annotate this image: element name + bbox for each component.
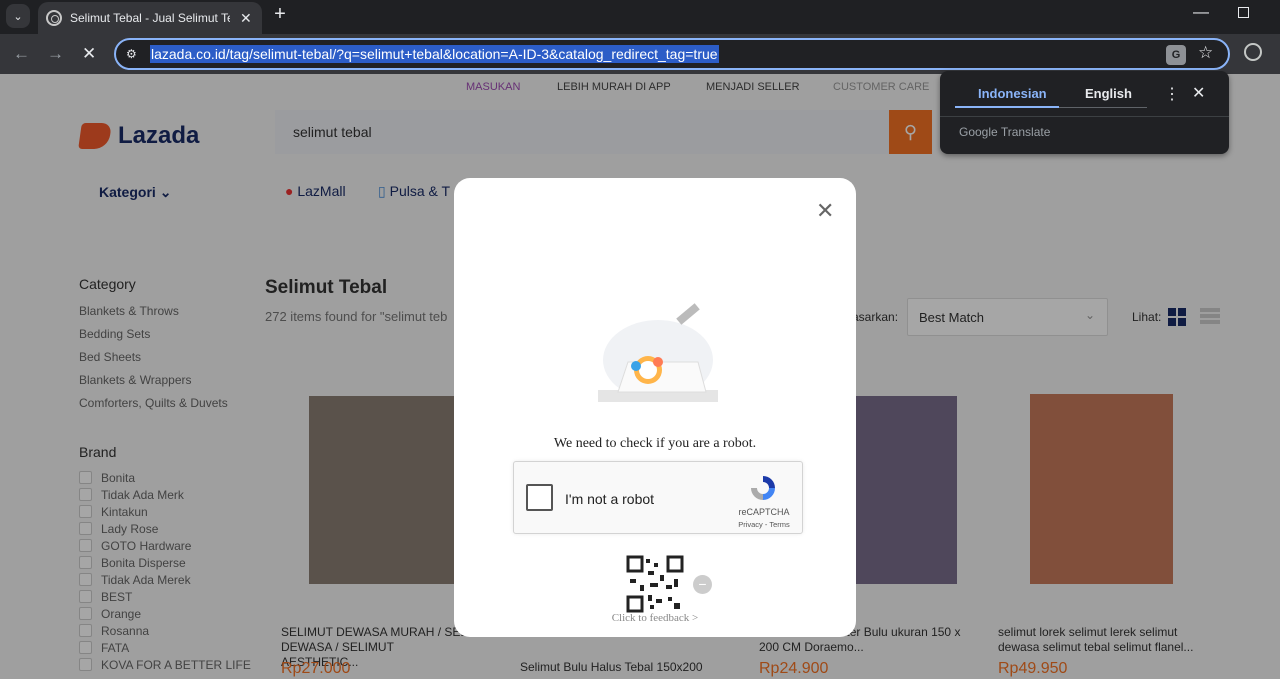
recaptcha-checkbox[interactable]: [526, 484, 553, 511]
qr-collapse-button[interactable]: −: [693, 575, 712, 594]
recaptcha-terms[interactable]: Privacy - Terms: [732, 520, 796, 529]
new-tab-icon[interactable]: +: [270, 3, 290, 26]
feedback-link[interactable]: Click to feedback >: [454, 612, 856, 624]
browser-tab-strip: ⌄ Selimut Tebal - Jual Selimut Teb ✕ + —: [0, 0, 1280, 34]
window-minimize-icon[interactable]: —: [1193, 4, 1209, 22]
close-icon[interactable]: ✕: [1192, 83, 1205, 103]
active-tab-indicator: [955, 106, 1059, 108]
tab-english[interactable]: English: [1085, 86, 1132, 101]
tab-title: Selimut Tebal - Jual Selimut Teb: [70, 11, 230, 25]
site-info-icon[interactable]: ⚙: [126, 47, 137, 61]
translate-popup: Indonesian English ⋮ ✕ Google Translate: [940, 71, 1229, 154]
browser-toolbar: ← → ✕ ⚙ lazada.co.id/tag/selimut-tebal/?…: [0, 34, 1280, 74]
close-icon[interactable]: ✕: [816, 198, 834, 224]
recaptcha-widget[interactable]: I'm not a robot reCAPTCHA Privacy - Term…: [513, 461, 803, 534]
more-options-icon[interactable]: ⋮: [1164, 84, 1180, 104]
stop-loading-icon[interactable]: ✕: [82, 44, 96, 64]
translate-brand: Google Translate: [959, 125, 1051, 139]
tab-divider: [1059, 107, 1147, 108]
bookmark-star-icon[interactable]: ☆: [1198, 43, 1213, 63]
address-bar[interactable]: ⚙ lazada.co.id/tag/selimut-tebal/?q=seli…: [114, 38, 1230, 70]
qr-code-icon: [626, 555, 684, 613]
captcha-modal: ✕ We need to check if you are a robot. I…: [454, 178, 856, 637]
recaptcha-label: I'm not a robot: [565, 491, 655, 507]
robot-check-illustration-icon: [598, 303, 718, 402]
divider: [940, 116, 1229, 117]
tab-favicon-icon: [46, 10, 62, 26]
translate-icon[interactable]: G: [1166, 45, 1186, 65]
back-icon[interactable]: ←: [13, 44, 30, 64]
tab-search-button[interactable]: ⌄: [6, 4, 30, 28]
url-text[interactable]: lazada.co.id/tag/selimut-tebal/?q=selimu…: [150, 45, 719, 63]
window-maximize-icon[interactable]: [1238, 7, 1249, 18]
recaptcha-brand: reCAPTCHA: [738, 507, 790, 517]
browser-tab[interactable]: Selimut Tebal - Jual Selimut Teb ✕: [38, 2, 262, 34]
tab-close-icon[interactable]: ✕: [240, 10, 252, 27]
robot-check-message: We need to check if you are a robot.: [553, 436, 757, 451]
tab-indonesian[interactable]: Indonesian: [978, 86, 1047, 101]
profile-icon[interactable]: [1244, 43, 1262, 61]
recaptcha-logo-icon: [751, 476, 775, 500]
forward-icon[interactable]: →: [47, 44, 64, 64]
